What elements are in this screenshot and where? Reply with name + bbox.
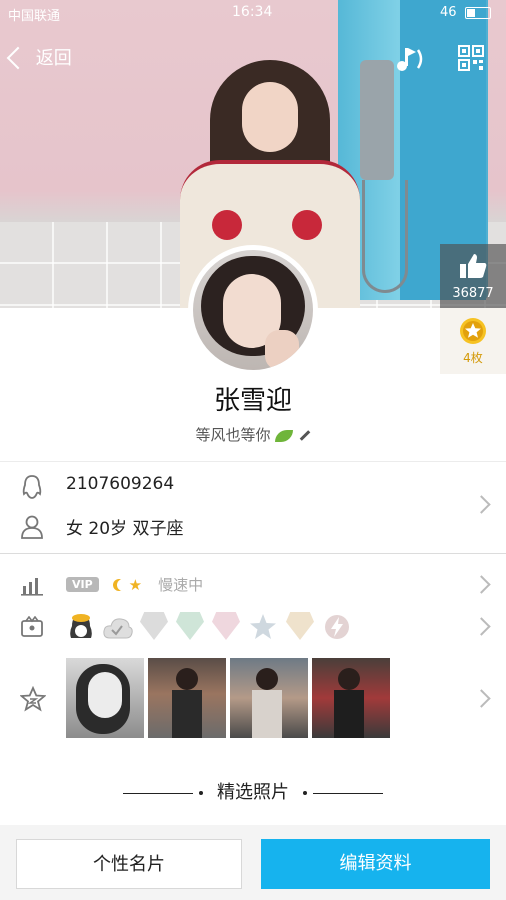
star-badge-icon <box>460 318 486 344</box>
section-title: 精选照片 <box>0 778 506 804</box>
profile-card-button[interactable]: 个性名片 <box>16 839 242 889</box>
penguin-icon <box>22 475 42 499</box>
like-button[interactable]: 36877 <box>440 244 506 308</box>
photo-thumbnail[interactable] <box>312 658 390 738</box>
vip-row[interactable]: VIP ★ 慢速中 <box>0 568 506 602</box>
cloud-badge-icon[interactable] <box>102 614 134 642</box>
carrier-label: 中国联通 <box>8 9 61 24</box>
section-title-label: 精选照片 <box>217 782 289 803</box>
signature-text: 等风也等你 <box>195 426 271 444</box>
photo-thumbnail[interactable] <box>66 658 144 738</box>
edit-profile-button[interactable]: 编辑资料 <box>261 839 490 889</box>
back-label: 返回 <box>35 48 72 69</box>
bottom-action-bar: 个性名片 编辑资料 <box>0 825 506 900</box>
battery-icon <box>464 6 491 19</box>
thumbs-up-icon <box>460 254 487 278</box>
photo-thumbnail[interactable] <box>148 658 226 738</box>
photo-thumbnail[interactable] <box>230 658 308 738</box>
chevron-left-icon <box>6 46 30 70</box>
vip-badge: VIP <box>66 577 99 592</box>
lightning-badge-icon[interactable] <box>322 612 352 642</box>
battery-level: 46 <box>440 5 457 20</box>
status-bar: 中国联通 16:34 46 <box>0 0 506 26</box>
gift-button[interactable]: 4枚 <box>440 308 506 374</box>
divider <box>0 553 506 554</box>
qq-number-row[interactable]: 2107609264 <box>0 470 506 510</box>
back-button[interactable]: 返回 <box>6 44 72 70</box>
crown-box-icon <box>21 616 43 637</box>
battery-indicator: 46 <box>440 5 491 20</box>
leaf-icon <box>274 429 293 442</box>
clock: 16:34 <box>232 4 273 20</box>
qr-code-icon[interactable] <box>458 45 484 71</box>
moon-icon <box>117 579 129 591</box>
personal-info-row[interactable]: 女 20岁 双子座 <box>0 510 506 550</box>
star-outline-icon <box>20 686 46 712</box>
chevron-right-icon[interactable] <box>472 689 491 708</box>
speed-status: 慢速中 <box>158 576 204 594</box>
personal-info: 女 20岁 双子座 <box>66 519 184 539</box>
user-icon <box>21 515 43 539</box>
like-count: 36877 <box>452 286 494 301</box>
divider <box>0 461 506 462</box>
avatar[interactable] <box>188 245 318 375</box>
qq-number: 2107609264 <box>66 474 175 494</box>
level-chart-icon <box>21 578 43 596</box>
star-icon: ★ <box>128 575 143 594</box>
gift-count: 4枚 <box>463 351 483 365</box>
signature[interactable]: 等风也等你 <box>0 424 506 445</box>
penguin-badge-icon[interactable] <box>66 612 96 642</box>
edit-pencil-icon[interactable] <box>299 430 310 441</box>
music-icon[interactable] <box>394 44 428 74</box>
nickname: 张雪迎 <box>213 386 292 416</box>
star-badge-icon[interactable] <box>248 612 278 642</box>
